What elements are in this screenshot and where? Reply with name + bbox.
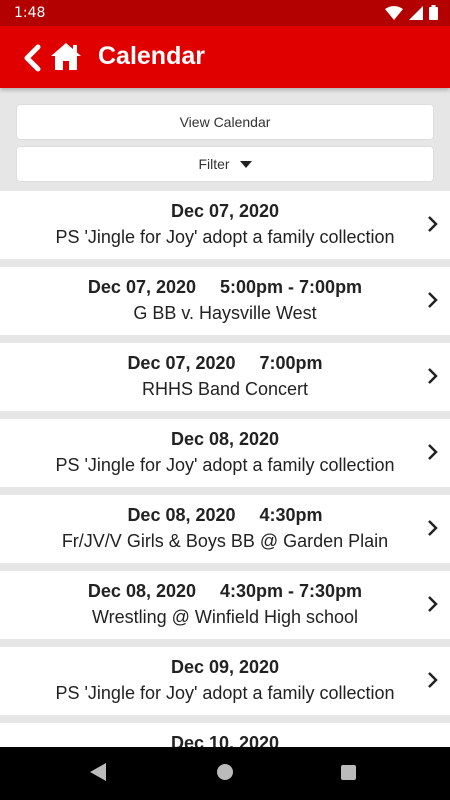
view-calendar-button[interactable]: View Calendar: [16, 104, 434, 140]
event-row[interactable]: Dec 08, 2020 4:30pm Fr/JV/V Girls & Boys …: [0, 495, 450, 563]
event-title: PS 'Jingle for Joy' adopt a family colle…: [55, 683, 395, 703]
filter-dropdown[interactable]: Filter: [16, 146, 434, 182]
event-row[interactable]: Dec 07, 2020 7:00pm RHHS Band Concert: [0, 343, 450, 411]
event-title: Fr/JV/V Girls & Boys BB @ Garden Plain: [61, 531, 389, 551]
filter-label: Filter: [198, 156, 230, 172]
event-row[interactable]: Dec 07, 2020 PS 'Jingle for Joy' adopt a…: [0, 191, 450, 259]
event-date: Dec 07, 2020: [170, 201, 280, 221]
event-time: 5:00pm - 7:00pm: [220, 277, 363, 297]
caret-down-icon: [239, 160, 252, 168]
event-list[interactable]: Dec 07, 2020 PS 'Jingle for Joy' adopt a…: [0, 191, 450, 747]
event-title: G BB v. Haysville West: [133, 303, 317, 323]
event-time: 4:30pm: [259, 505, 323, 525]
page-title: Calendar: [98, 42, 205, 70]
nav-back-icon[interactable]: [90, 763, 106, 781]
event-date: Dec 08, 2020: [87, 581, 197, 601]
event-time: 7:00pm: [259, 353, 323, 373]
event-title: RHHS Band Concert: [141, 379, 309, 399]
signal-icon: [409, 5, 423, 20]
event-date: Dec 10, 2020: [170, 733, 280, 747]
event-date: Dec 07, 2020: [127, 353, 236, 373]
chevron-right-icon: [428, 444, 438, 460]
event-date: Dec 07, 2020: [87, 277, 197, 297]
chevron-right-icon: [428, 216, 438, 232]
chevron-right-icon: [428, 672, 438, 688]
nav-recents-icon[interactable]: [341, 765, 356, 780]
event-date: Dec 08, 2020: [127, 505, 236, 525]
event-date: Dec 08, 2020: [170, 429, 280, 449]
chevron-right-icon: [428, 596, 438, 612]
home-icon[interactable]: [50, 41, 82, 71]
app-bar: Calendar: [0, 26, 450, 88]
chevron-right-icon: [428, 520, 438, 536]
system-nav-bar: [0, 747, 450, 800]
view-calendar-label: View Calendar: [179, 114, 271, 130]
nav-home-icon[interactable]: [217, 764, 233, 780]
event-title: Wrestling @ Winfield High school: [91, 607, 359, 627]
wifi-icon: [385, 5, 403, 20]
battery-icon: [429, 5, 438, 20]
event-title: PS 'Jingle for Joy' adopt a family colle…: [55, 227, 395, 247]
chevron-right-icon: [428, 292, 438, 308]
back-chevron-icon[interactable]: [22, 44, 44, 72]
event-title: PS 'Jingle for Joy' adopt a family colle…: [55, 455, 395, 475]
event-row[interactable]: Dec 08, 2020 PS 'Jingle for Joy' adopt a…: [0, 419, 450, 487]
event-time: 4:30pm - 7:30pm: [220, 581, 363, 601]
event-row[interactable]: Dec 08, 2020 4:30pm - 7:30pm Wrestling @ …: [0, 571, 450, 639]
status-bar: 1:48: [0, 0, 450, 26]
event-row[interactable]: Dec 09, 2020 PS 'Jingle for Joy' adopt a…: [0, 647, 450, 715]
event-row[interactable]: Dec 07, 2020 5:00pm - 7:00pm G BB v. Hays…: [0, 267, 450, 335]
event-date: Dec 09, 2020: [170, 657, 280, 677]
status-time: 1:48: [14, 5, 46, 21]
chevron-right-icon: [428, 368, 438, 384]
event-row[interactable]: Dec 10, 2020: [0, 723, 450, 747]
